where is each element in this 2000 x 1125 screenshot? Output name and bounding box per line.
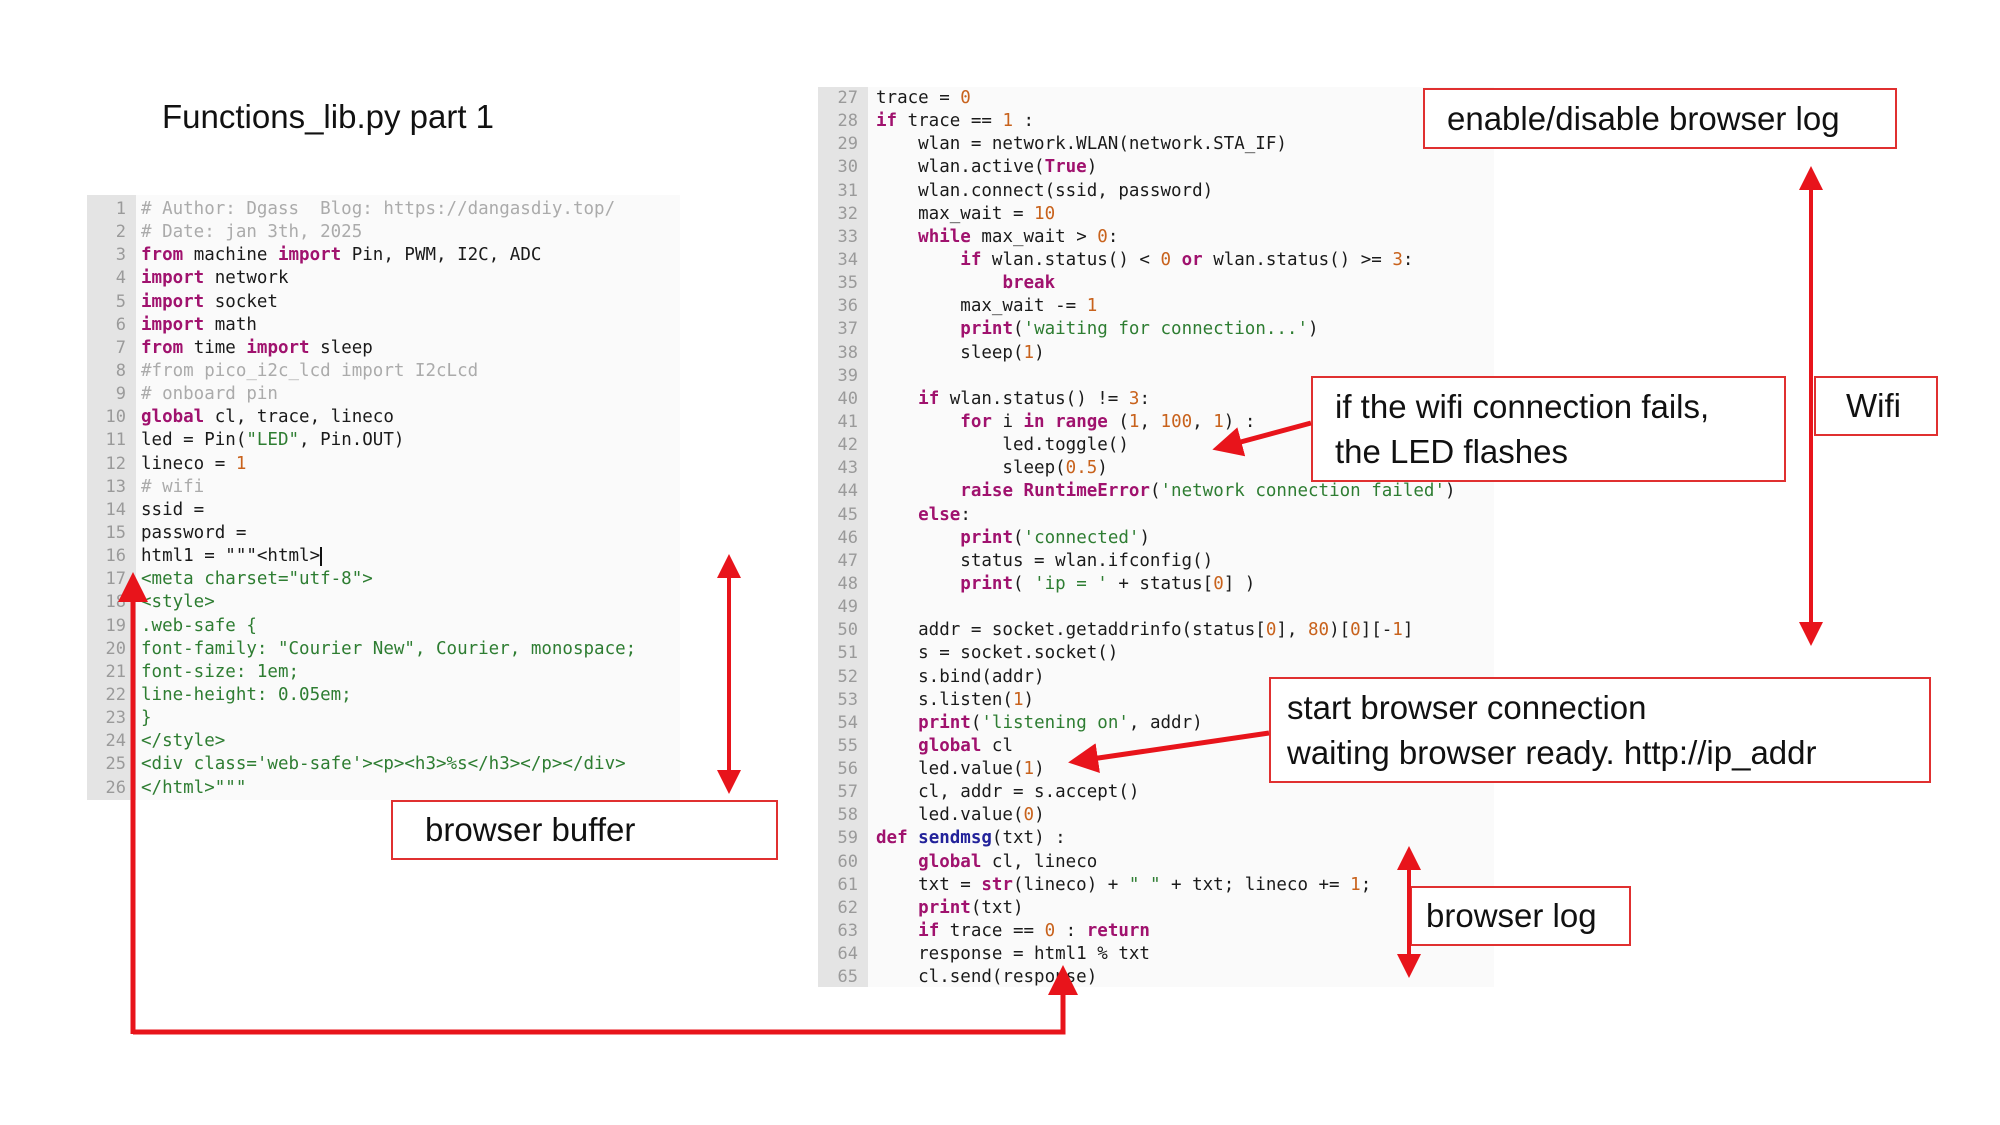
- buffer-to-response-connector: [133, 965, 1078, 1035]
- annotation-arrows: [118, 166, 1823, 1035]
- browser-connection-pointer-arrow: [1068, 730, 1270, 773]
- wifi-fail-pointer-arrow: [1212, 420, 1312, 457]
